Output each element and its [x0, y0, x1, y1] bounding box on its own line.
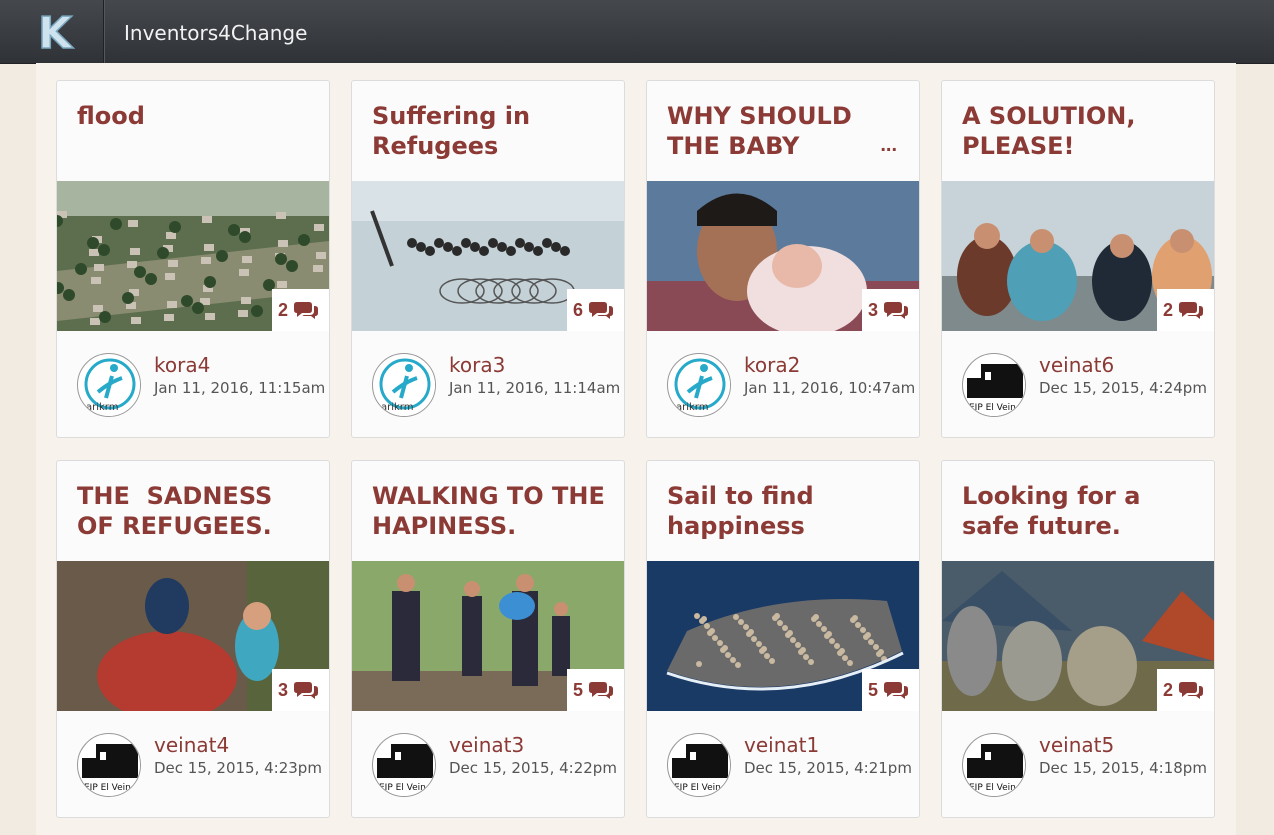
post-title[interactable]: WALKING TO THE HAPINESS. — [372, 481, 612, 545]
comments-icon — [1178, 300, 1204, 320]
header-divider — [103, 0, 104, 63]
post-card[interactable]: A SOLUTION, PLEASE! 2 EIP El Vein veinat… — [941, 80, 1215, 438]
post-title[interactable]: Sail to find happiness — [667, 481, 907, 545]
post-date: Dec 15, 2015, 4:23pm — [154, 759, 322, 777]
comments-icon — [883, 300, 909, 320]
post-image[interactable]: 2 — [57, 181, 329, 331]
post-title[interactable]: THE SADNESS OF REFUGEES. — [77, 481, 317, 545]
comment-count: 3 — [277, 679, 288, 700]
svg-text:K: K — [38, 8, 74, 54]
avatar-logo-text: arikrm — [86, 402, 119, 413]
post-date: Dec 15, 2015, 4:24pm — [1039, 379, 1207, 397]
author-name[interactable]: veinat4 — [154, 733, 229, 757]
comment-count: 5 — [572, 679, 583, 700]
author-name[interactable]: kora4 — [154, 353, 210, 377]
post-title[interactable]: Looking for a safe future. — [962, 481, 1202, 545]
post-title[interactable]: Suffering in Refugees — [372, 101, 612, 165]
author-avatar[interactable]: EIP El Vein — [667, 733, 731, 797]
comment-count-badge[interactable]: 2 — [1156, 669, 1214, 711]
author-name[interactable]: kora3 — [449, 353, 505, 377]
avatar-logo-text: arikrm — [676, 402, 709, 413]
author-avatar[interactable]: EIP El Vein — [962, 353, 1026, 417]
app-logo[interactable]: K — [34, 7, 84, 60]
comment-count-badge[interactable]: 5 — [566, 669, 624, 711]
post-image[interactable]: 3 — [57, 561, 329, 711]
title-truncation: ... — [876, 134, 901, 157]
post-card[interactable]: Looking for a safe future. 2 EIP El Vein… — [941, 460, 1215, 818]
avatar-logo-text: EIP El Vein — [969, 403, 1016, 413]
post-date: Dec 15, 2015, 4:21pm — [744, 759, 912, 777]
author-name[interactable]: veinat6 — [1039, 353, 1114, 377]
post-date: Jan 11, 2016, 11:15am — [154, 379, 326, 397]
author-name[interactable]: veinat3 — [449, 733, 524, 757]
avatar-logo-text: EIP El Vein — [674, 783, 721, 793]
post-date: Dec 15, 2015, 4:18pm — [1039, 759, 1207, 777]
post-image[interactable]: 5 — [352, 561, 624, 711]
post-title[interactable]: WHY SHOULD THE BABY SUFFER ? — [667, 101, 907, 165]
comment-count-badge[interactable]: 2 — [1156, 289, 1214, 331]
comment-count: 5 — [867, 679, 878, 700]
comments-icon — [293, 680, 319, 700]
author-name[interactable]: veinat5 — [1039, 733, 1114, 757]
author-avatar[interactable]: arikrm — [77, 353, 141, 417]
author-avatar[interactable]: EIP El Vein — [372, 733, 436, 797]
comment-count: 2 — [1162, 679, 1173, 700]
top-navigation-bar: K Inventors4Change — [0, 0, 1274, 64]
post-title[interactable]: flood — [77, 101, 317, 165]
post-card[interactable]: Suffering in Refugees 6 arikrm kora3 Jan… — [351, 80, 625, 438]
avatar-logo-text: EIP El Vein — [379, 783, 426, 793]
comment-count-badge[interactable]: 3 — [861, 289, 919, 331]
post-date: Jan 11, 2016, 11:14am — [449, 379, 621, 397]
post-card[interactable]: WALKING TO THE HAPINESS. 5 EIP El Vein v… — [351, 460, 625, 818]
author-avatar[interactable]: EIP El Vein — [962, 733, 1026, 797]
post-title[interactable]: A SOLUTION, PLEASE! — [962, 101, 1202, 165]
post-card[interactable]: Sail to find happiness 5 EIP El Vein vei… — [646, 460, 920, 818]
comment-count-badge[interactable]: 6 — [566, 289, 624, 331]
comment-count: 3 — [867, 299, 878, 320]
comment-count-badge[interactable]: 3 — [271, 669, 329, 711]
author-name[interactable]: veinat1 — [744, 733, 819, 757]
comments-icon — [883, 680, 909, 700]
comments-icon — [588, 680, 614, 700]
post-card[interactable]: flood 2 arikrm kora4 Jan 11, 2016, 11:15… — [56, 80, 330, 438]
comment-count-badge[interactable]: 2 — [271, 289, 329, 331]
post-image[interactable]: 3 — [647, 181, 919, 331]
author-avatar[interactable]: arikrm — [667, 353, 731, 417]
post-date: Jan 11, 2016, 10:47am — [744, 379, 916, 397]
avatar-logo-text: EIP El Vein — [84, 783, 131, 793]
author-avatar[interactable]: arikrm — [372, 353, 436, 417]
post-image[interactable]: 2 — [942, 181, 1214, 331]
post-image[interactable]: 5 — [647, 561, 919, 711]
app-title[interactable]: Inventors4Change — [124, 21, 307, 45]
comments-icon — [293, 300, 319, 320]
post-card[interactable]: WHY SHOULD THE BABY SUFFER ? ... 3 arikr… — [646, 80, 920, 438]
comments-icon — [1178, 680, 1204, 700]
comment-count: 2 — [277, 299, 288, 320]
post-card[interactable]: THE SADNESS OF REFUGEES. 3 EIP El Vein v… — [56, 460, 330, 818]
comment-count: 6 — [572, 299, 583, 320]
post-image[interactable]: 2 — [942, 561, 1214, 711]
author-avatar[interactable]: EIP El Vein — [77, 733, 141, 797]
comments-icon — [588, 300, 614, 320]
avatar-logo-text: arikrm — [381, 402, 414, 413]
comment-count-badge[interactable]: 5 — [861, 669, 919, 711]
post-image[interactable]: 6 — [352, 181, 624, 331]
comment-count: 2 — [1162, 299, 1173, 320]
author-name[interactable]: kora2 — [744, 353, 800, 377]
avatar-logo-text: EIP El Vein — [969, 783, 1016, 793]
post-date: Dec 15, 2015, 4:22pm — [449, 759, 617, 777]
